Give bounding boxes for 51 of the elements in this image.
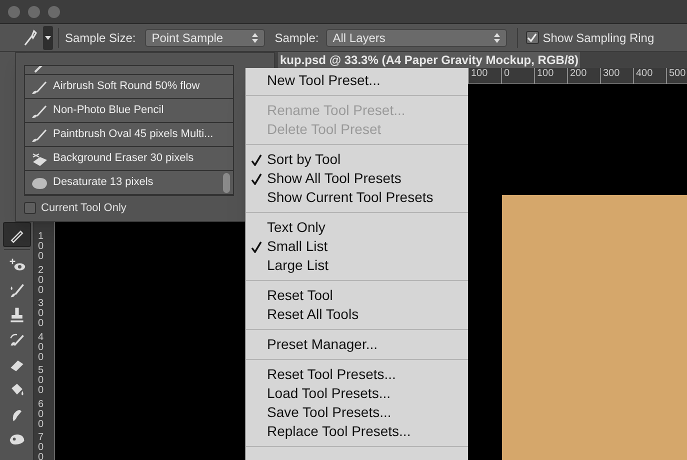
ruler-label: 700 bbox=[38, 433, 45, 460]
checkbox[interactable] bbox=[526, 31, 539, 44]
menu-item[interactable]: Large List bbox=[246, 256, 468, 275]
preset-row[interactable]: Paintbrush Oval 45 pixels Multi... bbox=[25, 123, 233, 147]
menu-item[interactable]: Preset Manager... bbox=[246, 335, 468, 354]
brush-icon bbox=[31, 126, 48, 142]
ruler-label: 500 bbox=[38, 366, 45, 398]
preset-row[interactable]: Background Eraser 30 pixels bbox=[25, 147, 233, 171]
checkbox[interactable] bbox=[24, 202, 36, 214]
current-tool-only-label: Current Tool Only bbox=[41, 201, 126, 216]
menu-item[interactable]: Reset Tool bbox=[246, 286, 468, 305]
preset-picker-button[interactable] bbox=[43, 26, 53, 50]
ruler-label: 300 bbox=[38, 299, 45, 331]
sample-select[interactable]: All Layers bbox=[326, 28, 507, 46]
heal-icon bbox=[8, 256, 26, 274]
brush-icon bbox=[31, 102, 48, 118]
preset-row[interactable]: Non-Photo Blue Pencil bbox=[25, 99, 233, 123]
preset-row[interactable]: Airbrush Soft Round 50% flow bbox=[25, 75, 233, 99]
menu-item[interactable]: Show Current Tool Presets bbox=[246, 188, 468, 207]
sample-label: Sample: bbox=[274, 30, 319, 46]
scrollbar-thumb[interactable] bbox=[223, 173, 230, 193]
ruler-label: 100 bbox=[38, 232, 45, 264]
checkmark-icon bbox=[251, 240, 262, 252]
sample-size-select[interactable]: Point Sample bbox=[144, 28, 265, 46]
brush-icon bbox=[31, 78, 48, 94]
menu-item[interactable]: Show All Tool Presets bbox=[246, 169, 468, 188]
stepper-icon bbox=[494, 32, 500, 42]
menu-item[interactable]: Save Tool Presets... bbox=[246, 403, 468, 422]
menu-item[interactable]: Reset All Tools bbox=[246, 305, 468, 324]
menu-item[interactable]: Load Tool Presets... bbox=[246, 384, 468, 403]
menu-item[interactable]: Reset Tool Presets... bbox=[246, 365, 468, 384]
ruler-label: 400 bbox=[38, 332, 45, 364]
ruler-label: 600 bbox=[38, 400, 45, 432]
ruler-label: 200 bbox=[38, 266, 45, 298]
tool-button[interactable] bbox=[2, 222, 30, 247]
checkmark-icon bbox=[251, 154, 262, 166]
menu-item[interactable]: New Tool Preset... bbox=[246, 71, 468, 90]
menu-item[interactable]: Sort by Tool bbox=[246, 150, 468, 169]
document-tab[interactable]: kup.psd @ 33.3% (A4 Paper Gravity Mockup, RGB/8) bbox=[278, 52, 580, 68]
caret-icon bbox=[45, 36, 51, 40]
stepper-icon bbox=[252, 32, 258, 42]
preset-row[interactable]: Desaturate 13 pixels bbox=[25, 171, 233, 195]
menu-item[interactable]: Replace Tool Presets... bbox=[246, 422, 468, 441]
menu-item[interactable]: Small List bbox=[246, 237, 468, 256]
menu-item[interactable]: Text Only bbox=[246, 218, 468, 237]
sample-size-label: Sample Size: bbox=[65, 30, 136, 46]
eyedropper-icon[interactable] bbox=[22, 28, 38, 46]
stamp-icon bbox=[8, 306, 26, 324]
checkmark-icon bbox=[251, 172, 262, 184]
sampling-ring-label: Show Sampling Ring bbox=[542, 30, 654, 46]
eraser-icon bbox=[31, 150, 48, 166]
